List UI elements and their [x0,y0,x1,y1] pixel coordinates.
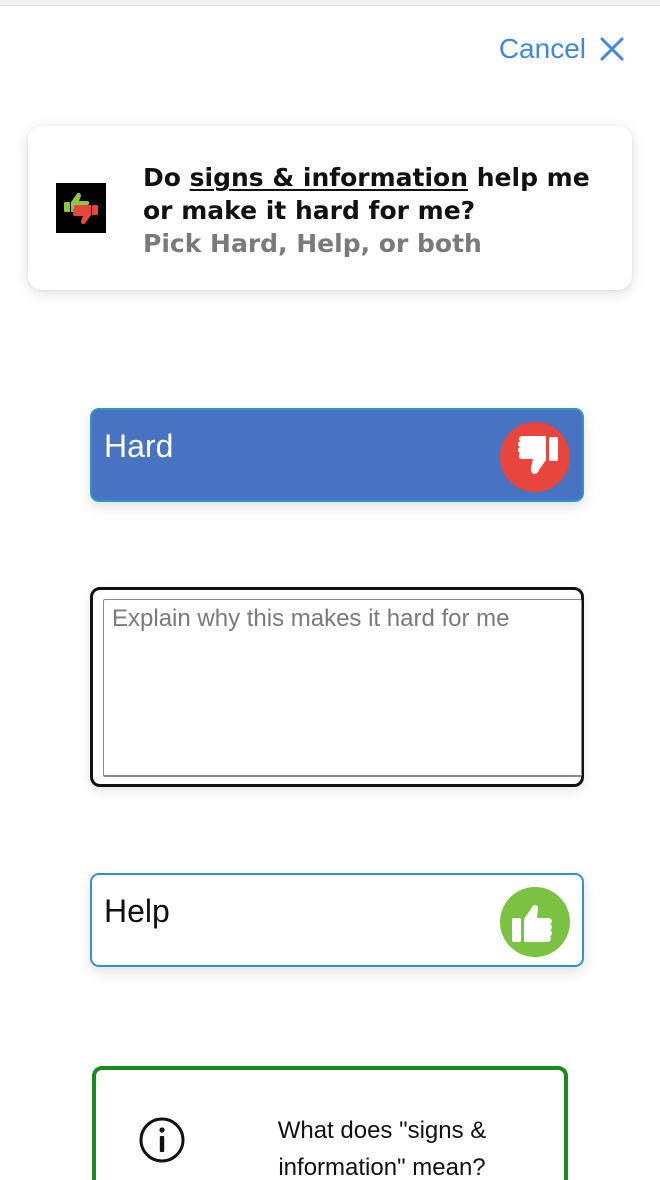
question-suffix: help me [468,163,590,192]
question-topic: signs & information [189,163,469,192]
thumbs-down-icon [500,422,570,492]
hard-option-button[interactable]: Hard [90,408,584,502]
definition-info-line-2: information" mean? [278,1154,486,1180]
question-instructions: Pick Hard, Help, or both [143,229,482,258]
question-text: Do signs & information help me or make i… [143,161,603,260]
definition-info-text: What does "signs & information" mean? [232,1112,532,1180]
question-card: Do signs & information help me or make i… [28,126,632,290]
hard-option-label: Hard [104,428,174,464]
cancel-label: Cancel [498,33,586,64]
top-divider [0,0,660,6]
question-line-2: or make it hard for me? [143,196,476,225]
help-option-label: Help [104,893,170,929]
question-prefix: Do [143,163,190,192]
thumbs-up-icon [500,887,570,957]
definition-info-button[interactable]: What does "signs & information" mean? [92,1066,568,1180]
survey-screen: Cancel Do signs & information help me or… [0,0,660,1180]
thumbs-up-down-icon [56,183,106,233]
help-option-button[interactable]: Help [90,873,584,967]
info-icon [139,1117,185,1163]
explanation-box [90,587,584,787]
cancel-button[interactable]: Cancel [499,32,624,66]
close-icon [600,37,624,61]
question-line-1: Do signs & information help me [143,161,603,194]
explanation-input[interactable] [103,599,582,777]
definition-info-line-1: What does "signs & [277,1117,487,1144]
